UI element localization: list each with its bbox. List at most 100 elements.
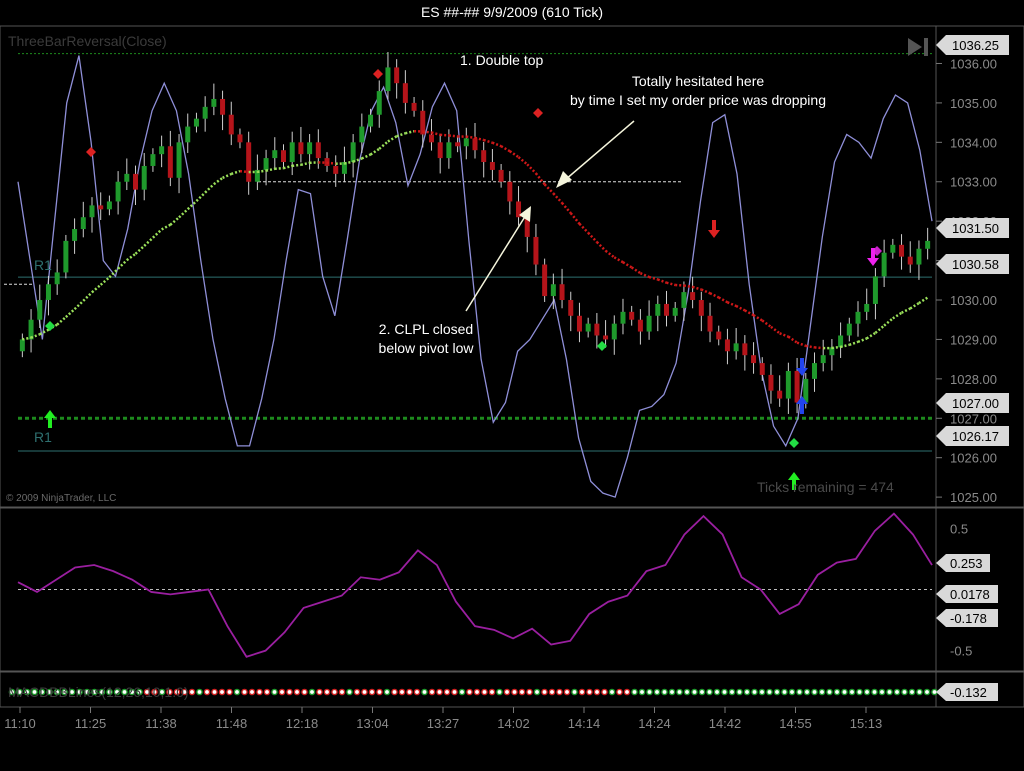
candle-body bbox=[672, 307, 678, 316]
ema-segment bbox=[900, 307, 911, 314]
time-tick-label: 14:02 bbox=[497, 716, 530, 731]
macd-dot bbox=[901, 688, 908, 696]
candle-body bbox=[141, 165, 147, 190]
macd-dot bbox=[586, 688, 593, 696]
indicator-value-label-2: -0.178 bbox=[936, 609, 998, 627]
ema-segment bbox=[569, 212, 581, 225]
candle-body bbox=[98, 205, 104, 210]
time-tick-label: 11:48 bbox=[216, 716, 248, 731]
price-label-last-high: 1036.25 bbox=[936, 35, 1009, 55]
candle-body bbox=[385, 67, 391, 92]
ema-segment bbox=[744, 309, 755, 317]
macd-dot bbox=[781, 688, 788, 696]
macd-dot bbox=[751, 688, 758, 696]
macd-dot bbox=[466, 688, 473, 696]
macd-dot bbox=[458, 688, 466, 696]
macd-dot bbox=[668, 688, 676, 696]
macd-dot bbox=[691, 688, 698, 696]
candle-body bbox=[272, 150, 278, 159]
price-tick-label: 1028.00 bbox=[950, 372, 997, 387]
macd-dot bbox=[856, 688, 863, 696]
signal-diamond bbox=[86, 147, 96, 157]
candle-body bbox=[655, 303, 661, 316]
candle-body bbox=[106, 201, 112, 210]
ema-segment bbox=[622, 261, 633, 269]
svg-text:1031.50: 1031.50 bbox=[952, 221, 999, 236]
price-tick-label: 1033.00 bbox=[950, 175, 997, 190]
ema-segment bbox=[361, 153, 372, 160]
candle-body bbox=[115, 181, 121, 202]
ema-segment bbox=[630, 266, 642, 275]
ema-segment bbox=[500, 145, 511, 153]
candle-body bbox=[368, 114, 374, 127]
annotation-clpl-closed: 2. CLPL closed bbox=[379, 321, 473, 337]
macd-dot bbox=[338, 688, 346, 696]
pivot-label-r1-lower: R1 bbox=[34, 429, 52, 445]
ema-segment bbox=[918, 296, 929, 305]
candle-body bbox=[916, 248, 922, 265]
macd-dot bbox=[631, 688, 638, 696]
macd-dot bbox=[481, 688, 488, 696]
macd-dot bbox=[706, 688, 713, 696]
ema-segment bbox=[857, 337, 868, 344]
candle-body bbox=[637, 319, 643, 332]
candle-body bbox=[298, 142, 304, 155]
macd-dot bbox=[188, 688, 196, 696]
annotation-order-price: by time I set my order price was droppin… bbox=[570, 92, 826, 108]
macd-dot bbox=[683, 688, 691, 696]
macd-dot bbox=[406, 688, 413, 696]
candle-body bbox=[507, 181, 513, 202]
candle-body bbox=[872, 276, 878, 304]
macd-dot bbox=[886, 688, 893, 696]
macd-dot bbox=[653, 688, 661, 696]
price-tick-label: 1036.00 bbox=[950, 56, 997, 71]
svg-text:-0.132: -0.132 bbox=[950, 685, 987, 700]
ema-segment bbox=[509, 150, 520, 159]
ema-segment bbox=[387, 135, 398, 143]
ema-segment bbox=[543, 183, 555, 195]
macd-dot bbox=[428, 688, 436, 696]
macd-dot bbox=[773, 688, 781, 696]
candle-body bbox=[785, 370, 791, 399]
time-tick-label: 11:25 bbox=[75, 716, 107, 731]
ema-segment bbox=[892, 311, 903, 320]
macd-dot bbox=[803, 688, 811, 696]
macd-dot bbox=[661, 688, 668, 696]
ema-segment bbox=[726, 301, 737, 308]
ema-segment bbox=[378, 140, 389, 150]
macd-dot bbox=[541, 688, 548, 696]
candle-body bbox=[280, 150, 286, 163]
chart-canvas[interactable]: 1036.001035.001034.001033.001032.001031.… bbox=[0, 0, 1024, 771]
macd-dot bbox=[511, 688, 518, 696]
macd-dot bbox=[421, 688, 428, 696]
ema-segment bbox=[300, 161, 310, 167]
ema-segment bbox=[595, 241, 607, 252]
candle-body bbox=[846, 323, 852, 336]
indicator-tick-label: 0.5 bbox=[950, 521, 968, 536]
macd-dot bbox=[728, 688, 736, 696]
macd-dot bbox=[518, 688, 526, 696]
ema-segment bbox=[700, 288, 711, 295]
signal-diamond bbox=[789, 438, 799, 448]
ema-segment bbox=[134, 244, 146, 255]
price-label-pivot-r1: 1030.58 bbox=[936, 254, 1009, 274]
ema-segment bbox=[639, 272, 650, 279]
candle-body bbox=[481, 150, 487, 163]
macd-dot bbox=[488, 688, 496, 696]
macd-dot bbox=[878, 688, 886, 696]
ticks-remaining: Ticks remaining = 474 bbox=[757, 479, 894, 495]
macd-dot bbox=[196, 688, 203, 696]
macd-dot bbox=[871, 688, 878, 696]
candle-body bbox=[855, 311, 861, 324]
ema-segment bbox=[848, 340, 859, 347]
candle-body bbox=[646, 315, 652, 332]
candle-body bbox=[576, 315, 582, 332]
candle-body bbox=[193, 118, 199, 127]
svg-text:0.253: 0.253 bbox=[950, 556, 983, 571]
candle-body bbox=[690, 292, 696, 301]
ema-segment bbox=[230, 169, 241, 176]
ema-segment bbox=[99, 276, 111, 286]
time-tick-label: 11:10 bbox=[4, 716, 36, 731]
macd-dot bbox=[841, 688, 848, 696]
candle-body bbox=[611, 323, 617, 340]
